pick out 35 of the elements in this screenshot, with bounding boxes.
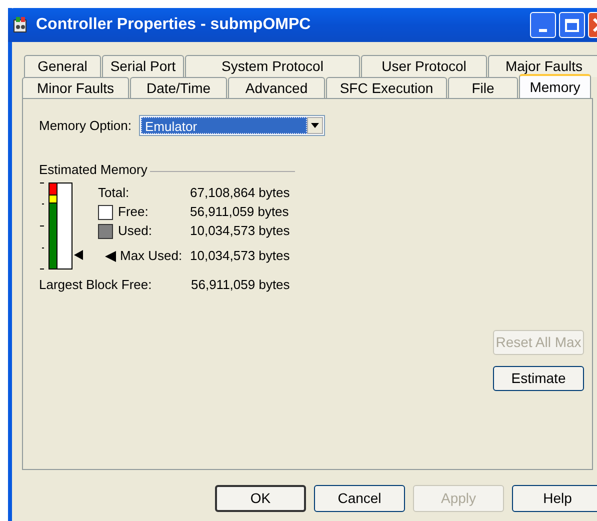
field-value: 56,911,059 bytes — [190, 203, 289, 222]
tab[interactable]: User Protocol — [361, 55, 487, 77]
marker-arrow-icon — [105, 250, 116, 262]
tab[interactable]: General — [24, 55, 101, 77]
tab[interactable]: File — [448, 77, 518, 99]
memory-option-dropdown[interactable]: Emulator — [139, 115, 325, 136]
field-value: 10,034,573 bytes — [190, 247, 290, 266]
field-value: 10,034,573 bytes — [190, 222, 290, 240]
free-legend-swatch — [98, 204, 113, 220]
dropdown-value: Emulator — [141, 117, 307, 134]
field-label: Free: — [118, 203, 148, 222]
field-label: Max Used: — [120, 247, 182, 266]
button[interactable]: Cancel — [314, 485, 405, 512]
button[interactable]: OK — [215, 485, 306, 512]
tab[interactable]: Advanced — [228, 77, 325, 99]
window-title: Controller Properties - submpOMPC — [36, 15, 311, 35]
tab[interactable]: Major Faults — [488, 55, 597, 77]
field-value: 56,911,059 bytes — [191, 276, 290, 294]
tab[interactable]: Date/Time — [130, 77, 227, 99]
minimize-button[interactable] — [530, 12, 556, 38]
group-title: Estimated Memory — [39, 161, 148, 179]
field-value: 67,108,864 bytes — [190, 184, 290, 202]
tab[interactable]: SFC Execution — [326, 77, 447, 99]
field-label: Memory Option: — [39, 116, 132, 135]
maximize-button[interactable] — [559, 12, 585, 38]
button[interactable]: Help — [512, 485, 597, 512]
field-label: Largest Block Free: — [39, 276, 153, 294]
tab[interactable]: Memory — [519, 74, 591, 98]
tab[interactable]: System Protocol — [185, 55, 360, 77]
field-label: Used: — [118, 222, 152, 240]
field-label: Total: — [98, 184, 130, 202]
tab[interactable]: Serial Port — [102, 55, 184, 77]
button[interactable]: Estimate — [493, 366, 584, 391]
tab[interactable]: Minor Faults — [22, 77, 129, 99]
used-legend-swatch — [98, 224, 113, 238]
